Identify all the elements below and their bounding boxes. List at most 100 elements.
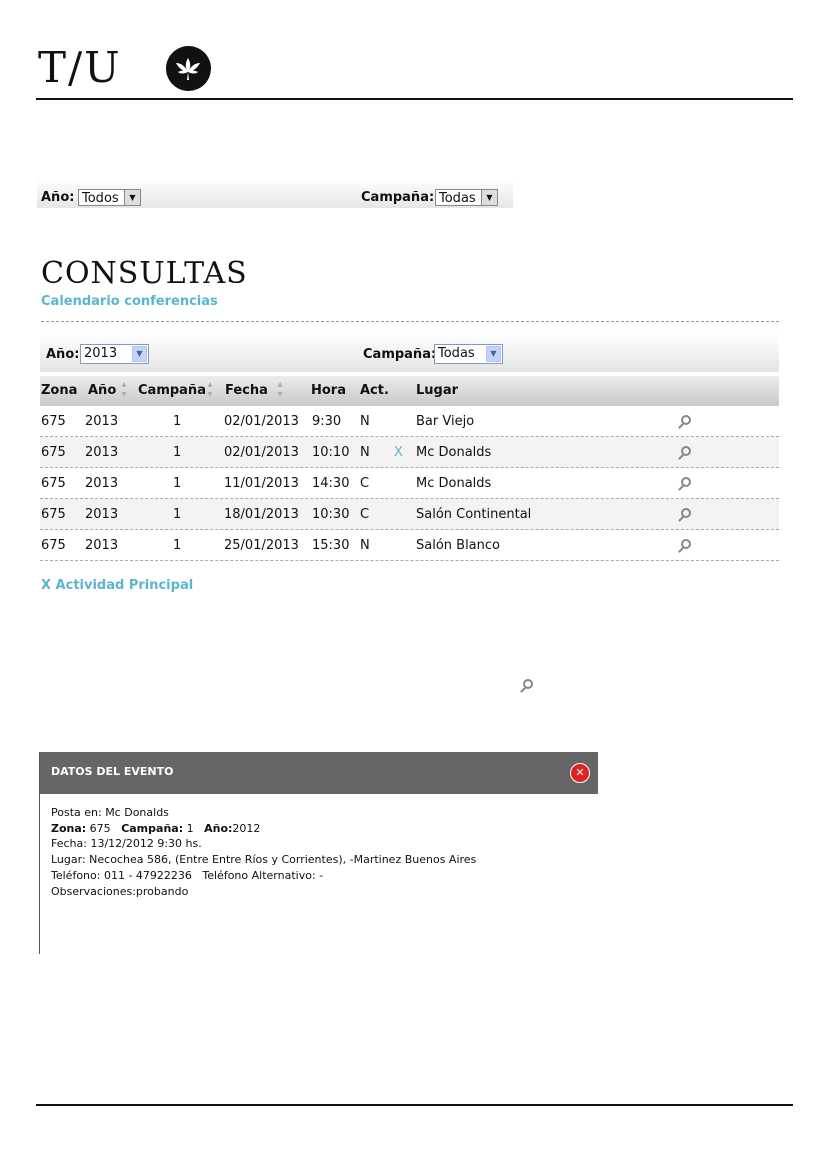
view-details-icon[interactable] xyxy=(681,446,691,456)
page-subtitle: Calendario conferencias xyxy=(41,294,218,309)
cell-zona: 675 xyxy=(41,538,66,553)
year-select[interactable]: Todos ▼ xyxy=(78,189,141,206)
col-campana[interactable]: Campaña xyxy=(138,383,206,398)
dropdown-arrow-icon: ▼ xyxy=(132,346,147,362)
table-row: 675 2013 1 18/01/2013 10:30 C Salón Continenta… xyxy=(40,499,779,530)
cell-fecha: 25/01/2013 xyxy=(224,538,299,553)
cell-anio: 2013 xyxy=(85,476,119,491)
cell-hora: 14:30 xyxy=(312,476,350,491)
cell-anio: 2013 xyxy=(85,445,119,460)
col-act: Act. xyxy=(360,383,389,398)
col-anio[interactable]: Año xyxy=(88,383,116,398)
cell-campana: 1 xyxy=(173,538,182,553)
cell-campana: 1 xyxy=(173,507,182,522)
cell-act: N xyxy=(360,538,370,553)
zona-value: 675 xyxy=(86,821,111,835)
anio-label: Año: xyxy=(204,821,233,835)
cell-lugar: Salón Continental xyxy=(416,507,532,522)
cell-fecha: 02/01/2013 xyxy=(224,414,299,429)
cell-zona: 675 xyxy=(41,476,66,491)
view-details-icon[interactable] xyxy=(681,539,691,549)
posta-line: Posta en: Mc Donalds xyxy=(51,806,169,819)
fecha-line: Fecha: 13/12/2012 9:30 hs. xyxy=(51,837,202,851)
cell-fecha: 02/01/2013 xyxy=(224,445,299,460)
col-lugar: Lugar xyxy=(416,383,459,398)
year-select-value: Todos xyxy=(82,191,119,206)
view-details-icon[interactable] xyxy=(681,477,691,487)
table-header: Zona Año ▲ ▼ Campaña ▲ ▼ Fecha ▲ ▼ Hora Act… xyxy=(40,376,779,406)
header-rule xyxy=(36,98,793,100)
observaciones-line: Observaciones:probando xyxy=(51,884,189,898)
cell-hora: 15:30 xyxy=(312,538,350,553)
event-panel-header: DATOS DEL EVENTO ✕ xyxy=(40,752,598,794)
cell-anio: 2013 xyxy=(85,538,119,553)
sort-icon[interactable]: ▲ ▼ xyxy=(120,380,128,400)
cell-zona: 675 xyxy=(41,414,66,429)
campana-value: 1 xyxy=(183,821,194,835)
zona-label: Zona: xyxy=(51,821,87,835)
col-fecha[interactable]: Fecha xyxy=(225,383,268,398)
table-row: 675 2013 1 11/01/2013 14:30 C Mc Donalds xyxy=(40,468,779,499)
zona-line: Zona: 675 Campaña: 1 Año:2012 xyxy=(51,821,476,837)
table-year-label: Año: xyxy=(46,347,80,362)
year-label: Año: xyxy=(41,190,75,205)
cell-campana: 1 xyxy=(173,476,182,491)
cell-anio: 2013 xyxy=(85,414,119,429)
divider xyxy=(41,321,779,322)
dropdown-arrow-icon: ▼ xyxy=(124,190,140,205)
cell-fecha: 18/01/2013 xyxy=(224,507,299,522)
cell-hora: 10:30 xyxy=(312,507,350,522)
view-details-icon[interactable] xyxy=(681,415,691,425)
campaign-select-value: Todas xyxy=(439,191,476,206)
top-filter-bar: Año: Todos ▼ Campaña: Todas ▼ xyxy=(37,178,513,208)
cell-principal: X xyxy=(394,445,403,460)
table-row: 675 2013 1 25/01/2013 15:30 N Salón Blanco xyxy=(40,530,779,561)
logo-text: T/U xyxy=(38,43,122,92)
cell-campana: 1 xyxy=(173,414,182,429)
close-icon[interactable]: ✕ xyxy=(570,763,590,783)
campaign-label: Campaña: xyxy=(361,190,435,205)
sort-icon[interactable]: ▲ ▼ xyxy=(206,380,214,400)
cell-hora: 10:10 xyxy=(312,445,350,460)
cell-act: C xyxy=(360,507,370,522)
lugar-line: Lugar: Necochea 586, (Entre Entre Ríos y… xyxy=(51,853,477,867)
cell-act: C xyxy=(360,476,370,491)
magnifier-icon[interactable] xyxy=(523,679,533,689)
table-row: 675 2013 1 02/01/2013 10:10 N X Mc Donalds xyxy=(40,437,779,468)
cell-lugar: Bar Viejo xyxy=(416,414,475,429)
col-zona[interactable]: Zona xyxy=(41,383,77,398)
lotus-icon xyxy=(166,46,211,91)
event-details: Posta en: Mc Donalds Zona: 675 Campaña: … xyxy=(51,805,476,899)
cell-act: N xyxy=(360,445,370,460)
cell-hora: 9:30 xyxy=(312,414,342,429)
cell-anio: 2013 xyxy=(85,507,119,522)
view-details-icon[interactable] xyxy=(681,508,691,518)
footer-rule xyxy=(36,1104,793,1106)
table-year-select[interactable]: 2013 ▼ xyxy=(80,344,149,364)
anio-value: 2012 xyxy=(232,821,261,835)
page-title: CONSULTAS xyxy=(41,256,248,291)
dropdown-arrow-icon: ▼ xyxy=(481,190,497,205)
footnote: X Actividad Principal xyxy=(41,578,194,593)
cell-fecha: 11/01/2013 xyxy=(224,476,299,491)
event-panel: DATOS DEL EVENTO ✕ Posta en: Mc Donalds … xyxy=(39,752,598,954)
sort-icon[interactable]: ▲ ▼ xyxy=(276,380,284,400)
cell-zona: 675 xyxy=(41,445,66,460)
cell-zona: 675 xyxy=(41,507,66,522)
cell-lugar: Mc Donalds xyxy=(416,476,492,491)
table-row: 675 2013 1 02/01/2013 9:30 N Bar Viejo xyxy=(40,406,779,437)
table-campaign-value: Todas xyxy=(438,346,475,361)
table-campaign-label: Campaña: xyxy=(363,347,437,362)
col-hora: Hora xyxy=(311,383,346,398)
dropdown-arrow-icon: ▼ xyxy=(486,346,501,362)
campana-label: Campaña: xyxy=(121,821,184,835)
cell-lugar: Mc Donalds xyxy=(416,445,492,460)
table-filter-bar: Año: 2013 ▼ Campaña: Todas ▼ xyxy=(40,334,779,372)
event-panel-title: DATOS DEL EVENTO xyxy=(51,765,174,778)
cell-lugar: Salón Blanco xyxy=(416,538,500,553)
campaign-select[interactable]: Todas ▼ xyxy=(435,189,498,206)
telefono-line: Teléfono: 011 - 47922236 Teléfono Altern… xyxy=(51,868,324,882)
cell-campana: 1 xyxy=(173,445,182,460)
table-campaign-select[interactable]: Todas ▼ xyxy=(434,344,503,364)
table-year-value: 2013 xyxy=(84,346,118,361)
